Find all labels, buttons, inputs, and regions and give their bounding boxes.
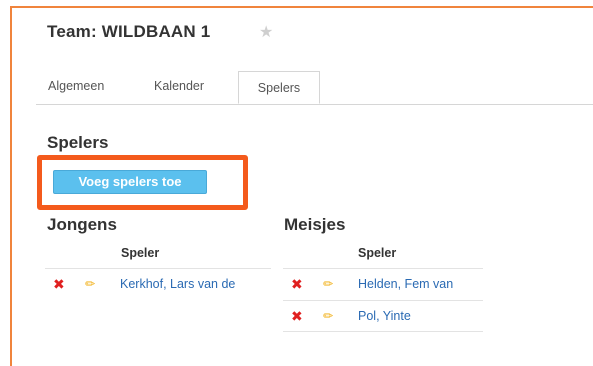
table-row: ✖ ✏ Helden, Fem van — [283, 268, 483, 300]
close-icon[interactable]: ✖ — [53, 276, 65, 292]
player-link[interactable]: Pol, Yinte — [358, 308, 411, 324]
tab-algemeen[interactable]: Algemeen — [48, 79, 104, 93]
group-title-meisjes: Meisjes — [284, 215, 346, 234]
close-icon[interactable]: ✖ — [291, 308, 303, 324]
group-title-jongens: Jongens — [47, 215, 117, 234]
star-icon[interactable]: ★ — [259, 22, 273, 42]
pencil-icon[interactable]: ✏ — [323, 276, 333, 292]
player-link[interactable]: Helden, Fem van — [358, 276, 453, 292]
tab-kalender[interactable]: Kalender — [154, 79, 204, 93]
column-header-speler: Speler — [121, 246, 160, 260]
column-header-speler: Speler — [358, 246, 397, 260]
table-row: ✖ ✏ Kerkhof, Lars van de — [45, 268, 271, 300]
tab-spelers[interactable]: Spelers — [238, 71, 320, 104]
pencil-icon[interactable]: ✏ — [85, 276, 95, 292]
table-row: ✖ ✏ Pol, Yinte — [283, 300, 483, 332]
add-players-button[interactable]: Voeg spelers toe — [53, 170, 207, 194]
tab-bar: Algemeen Kalender Spelers — [36, 71, 593, 105]
section-title: Spelers — [47, 133, 109, 152]
page-title: Team: WILDBAAN 1 — [47, 22, 211, 41]
pencil-icon[interactable]: ✏ — [323, 308, 333, 324]
player-link[interactable]: Kerkhof, Lars van de — [120, 276, 235, 292]
close-icon[interactable]: ✖ — [291, 276, 303, 292]
